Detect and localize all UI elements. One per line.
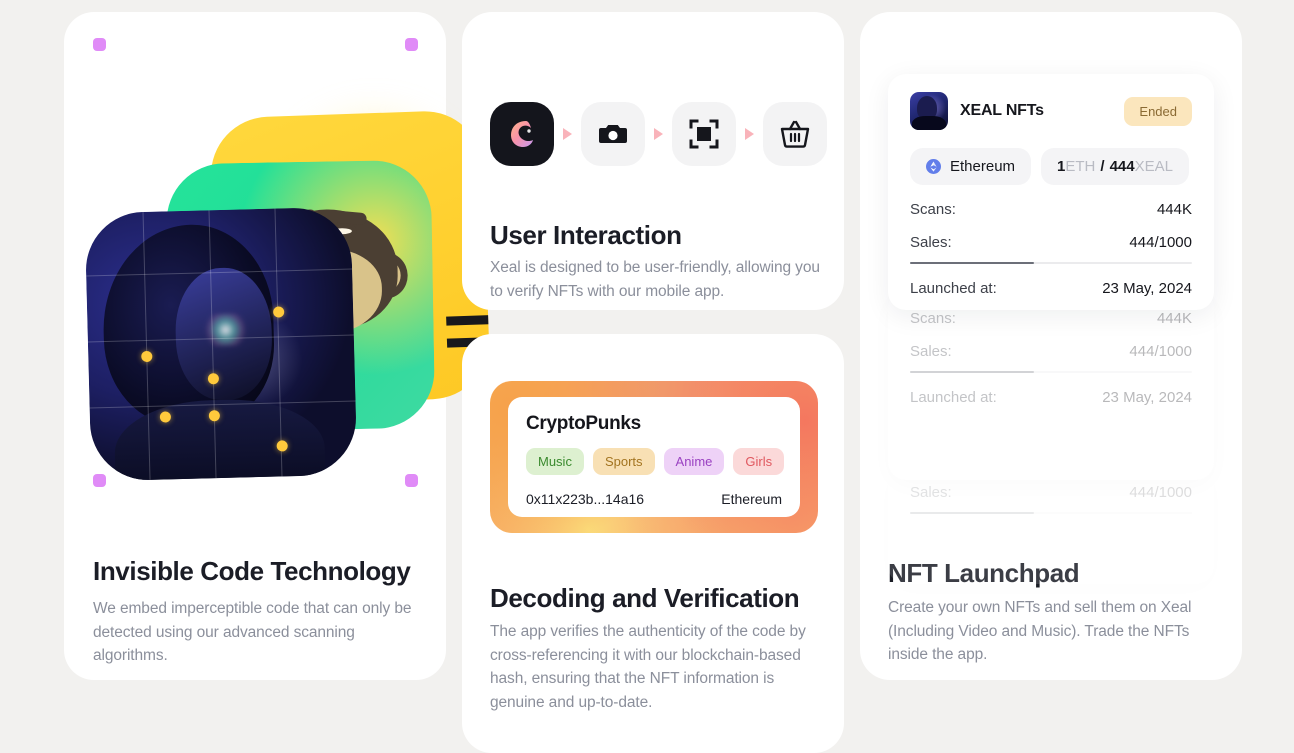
nft-contract-address: 0x11x223b...14a16 [526, 491, 645, 507]
price-amount: 1 [1057, 158, 1066, 175]
feature-card-nft-launchpad: XEAL NFTs Ended Ethereum 1 ETH / 444 XEA… [860, 12, 1242, 680]
nft-collection-name: CryptoPunks [526, 413, 641, 434]
step-camera[interactable] [581, 102, 645, 166]
basket-icon [780, 120, 810, 148]
stat-label: Sales: [910, 484, 952, 501]
feature-card-invisible-code: Invisible Code Technology We embed imper… [64, 12, 491, 680]
sales-progress-bar [910, 512, 1192, 514]
launchpad-card-stack: XEAL NFTs Ended Ethereum 1 ETH / 444 XEA… [888, 74, 1214, 584]
stat-label: Scans: [910, 201, 956, 218]
launchpad-card-faded: Scans: 444K Sales: 444/1000 Launched at:… [888, 290, 1214, 480]
collection-name: XEAL NFTs [960, 102, 1044, 119]
interaction-steps [490, 102, 827, 166]
arrow-right-icon [563, 128, 572, 140]
nft-tag-girls[interactable]: Girls [733, 448, 785, 475]
stat-row-sales: Sales: 444/1000 [910, 343, 1192, 360]
stat-row-sales: Sales: 444/1000 [910, 234, 1192, 251]
stat-value: 23 May, 2024 [1102, 389, 1192, 406]
price-supply-pill[interactable]: 1 ETH / 444 XEAL [1041, 148, 1189, 185]
stat-row-sales: Sales: 444/1000 [910, 484, 1192, 501]
nft-tag-sports[interactable]: Sports [592, 448, 655, 475]
price-separator: / [1100, 158, 1105, 175]
corner-marker-icon [93, 38, 106, 51]
feature-card-user-interaction: User Interaction Xeal is designed to be … [462, 12, 844, 310]
scan-frame-icon [689, 119, 719, 149]
feature-card-decoding-verification: CryptoPunks Music Sports Anime Girls 0x1… [462, 334, 844, 753]
stat-value: 444/1000 [1129, 343, 1192, 360]
stat-row-scans: Scans: 444K [910, 201, 1192, 218]
feature-title: User Interaction [490, 220, 682, 250]
nft-tag-anime[interactable]: Anime [663, 448, 725, 475]
price-unit: ETH [1065, 158, 1096, 175]
nft-artwork-front-portrait [84, 206, 358, 482]
stat-label: Sales: [910, 234, 952, 251]
feature-title: Decoding and Verification [490, 583, 800, 613]
feature-description: The app verifies the authenticity of the… [490, 623, 806, 711]
stat-label: Launched at: [910, 280, 997, 297]
camera-icon [599, 125, 627, 143]
xeal-logo-icon [511, 121, 533, 147]
stat-label: Scans: [910, 310, 956, 327]
stat-value: 444/1000 [1129, 234, 1192, 251]
arrow-right-icon [745, 128, 754, 140]
status-badge: Ended [1124, 96, 1192, 126]
stat-label: Sales: [910, 343, 952, 360]
corner-marker-icon [93, 474, 106, 487]
corner-marker-icon [405, 474, 418, 487]
chain-pill[interactable]: Ethereum [910, 148, 1032, 185]
chain-name: Ethereum [950, 158, 1016, 175]
step-xeal-app[interactable] [490, 102, 554, 166]
nft-chain-label: Ethereum [721, 491, 782, 507]
sales-progress-bar [910, 371, 1192, 373]
step-scan[interactable] [672, 102, 736, 166]
stat-row-scans: Scans: 444K [910, 310, 1192, 327]
collection-avatar [910, 92, 948, 130]
nft-artwork-stack [64, 62, 491, 482]
supply-unit: XEAL [1134, 158, 1173, 175]
nft-preview-card[interactable]: CryptoPunks Music Sports Anime Girls 0x1… [490, 381, 818, 533]
step-buy[interactable] [763, 102, 827, 166]
scan-node-icon [273, 306, 285, 318]
feature-cards-page: Invisible Code Technology We embed imper… [0, 0, 1294, 753]
launchpad-card[interactable]: XEAL NFTs Ended Ethereum 1 ETH / 444 XEA… [888, 74, 1214, 310]
arrow-right-icon [654, 128, 663, 140]
stat-value: 23 May, 2024 [1102, 280, 1192, 297]
sales-progress-bar [910, 262, 1192, 264]
ethereum-icon [926, 159, 941, 174]
supply-amount: 444 [1109, 158, 1135, 175]
corner-marker-icon [405, 38, 418, 51]
stat-value: 444/1000 [1129, 484, 1192, 501]
stat-row-launched: Launched at: 23 May, 2024 [910, 280, 1192, 297]
feature-description: We embed imperceptible code that can onl… [93, 600, 412, 665]
stat-label: Launched at: [910, 389, 997, 406]
nft-tag-music[interactable]: Music [526, 448, 584, 475]
stat-row-launched: Launched at: 23 May, 2024 [910, 389, 1192, 406]
feature-description: Xeal is designed to be user-friendly, al… [490, 259, 820, 300]
nft-tag-list: Music Sports Anime Girls [526, 448, 785, 475]
stat-value: 444K [1156, 310, 1192, 327]
feature-title: Invisible Code Technology [93, 556, 411, 586]
feature-description: Create your own NFTs and sell them on Xe… [888, 599, 1192, 664]
launchpad-card-faded: Sales: 444/1000 [888, 464, 1214, 584]
stat-value: 444K [1156, 201, 1192, 218]
